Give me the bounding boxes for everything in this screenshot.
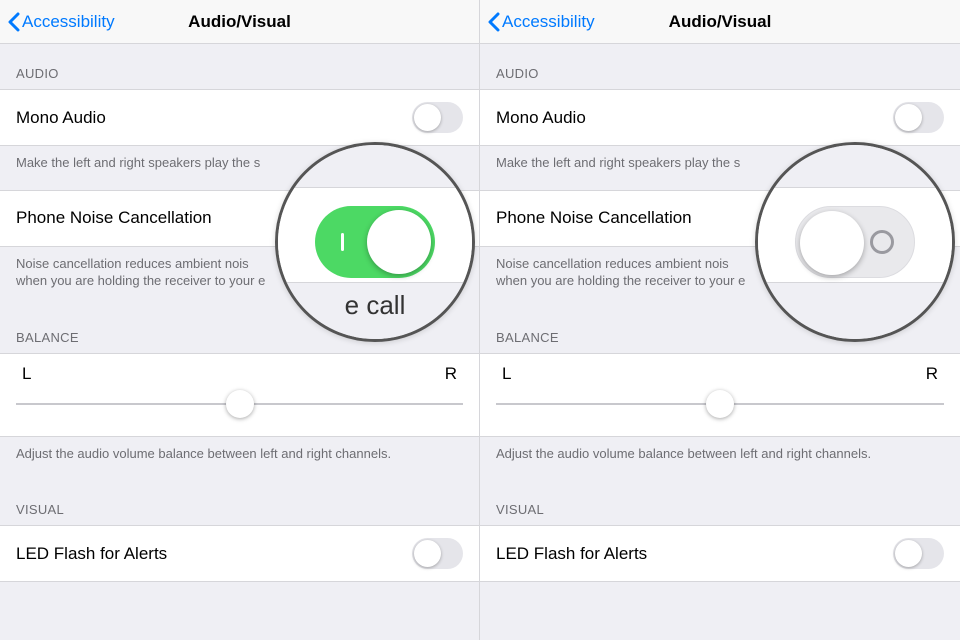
navbar: Accessibility Audio/Visual <box>480 0 960 44</box>
row-mono-audio[interactable]: Mono Audio <box>480 89 960 146</box>
row-label: Phone Noise Cancellation <box>16 208 212 228</box>
row-mono-audio[interactable]: Mono Audio <box>0 89 479 146</box>
back-button[interactable]: Accessibility <box>488 12 595 32</box>
magnified-toggle-on <box>315 206 435 278</box>
mono-audio-toggle[interactable] <box>412 102 463 133</box>
balance-right-label: R <box>445 364 457 384</box>
row-label: LED Flash for Alerts <box>16 544 167 564</box>
magnifier-callout: e call <box>275 142 475 342</box>
balance-slider[interactable] <box>496 390 944 418</box>
balance-left-label: L <box>22 364 31 384</box>
row-led-flash[interactable]: LED Flash for Alerts <box>480 525 960 582</box>
balance-right-label: R <box>926 364 938 384</box>
section-header-audio: AUDIO <box>480 44 960 89</box>
section-header-visual: VISUAL <box>0 480 479 525</box>
row-label: Mono Audio <box>496 108 586 128</box>
row-label: Mono Audio <box>16 108 106 128</box>
led-flash-toggle[interactable] <box>412 538 463 569</box>
footer-balance: Adjust the audio volume balance between … <box>480 437 960 481</box>
row-label: LED Flash for Alerts <box>496 544 647 564</box>
footer-balance: Adjust the audio volume balance between … <box>0 437 479 481</box>
back-label: Accessibility <box>502 12 595 32</box>
section-header-audio: AUDIO <box>0 44 479 89</box>
row-led-flash[interactable]: LED Flash for Alerts <box>0 525 479 582</box>
section-header-visual: VISUAL <box>480 480 960 525</box>
balance-block: L R <box>0 353 479 437</box>
settings-pane-off: Accessibility Audio/Visual AUDIO Mono Au… <box>480 0 960 640</box>
chevron-left-icon <box>488 12 500 32</box>
magnifier-callout <box>755 142 955 342</box>
magnified-toggle-off <box>795 206 915 278</box>
row-label: Phone Noise Cancellation <box>496 208 692 228</box>
balance-left-label: L <box>502 364 511 384</box>
navbar: Accessibility Audio/Visual <box>0 0 479 44</box>
mono-audio-toggle[interactable] <box>893 102 944 133</box>
chevron-left-icon <box>8 12 20 32</box>
balance-slider[interactable] <box>16 390 463 418</box>
nav-title: Audio/Visual <box>669 12 772 32</box>
back-button[interactable]: Accessibility <box>8 12 115 32</box>
balance-block: L R <box>480 353 960 437</box>
settings-pane-on: Accessibility Audio/Visual AUDIO Mono Au… <box>0 0 480 640</box>
nav-title: Audio/Visual <box>188 12 291 32</box>
back-label: Accessibility <box>22 12 115 32</box>
led-flash-toggle[interactable] <box>893 538 944 569</box>
magnifier-partial-text: e call <box>345 290 406 321</box>
